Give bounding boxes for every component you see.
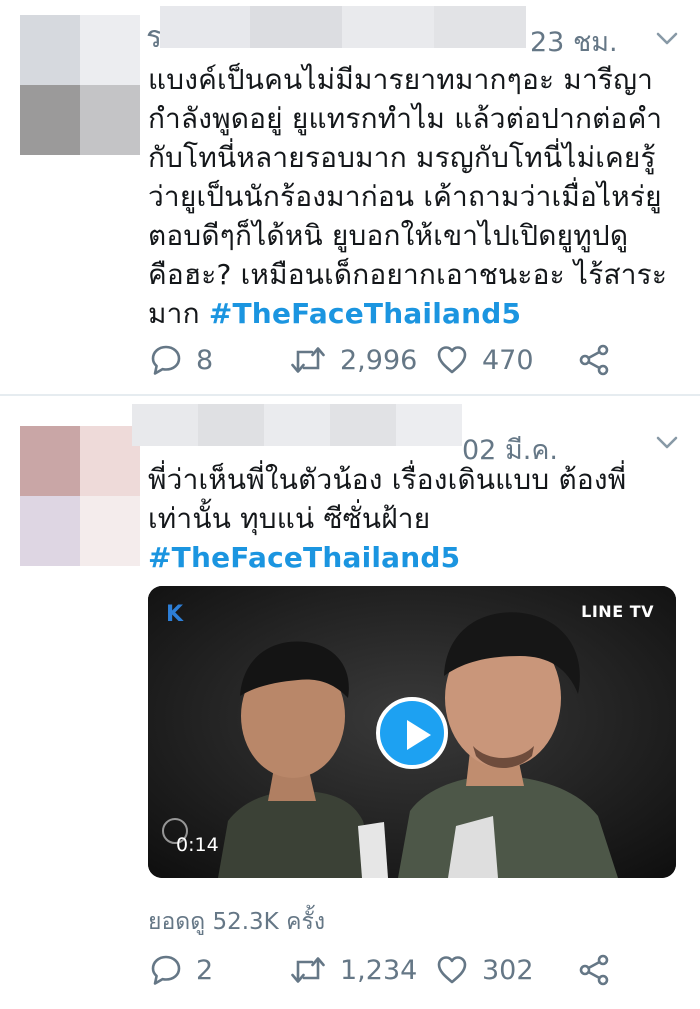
reply-button[interactable]: 8 bbox=[150, 344, 213, 376]
like-count: 470 bbox=[482, 344, 534, 376]
retweet-count: 1,234 bbox=[340, 954, 418, 986]
retweet-count: 2,996 bbox=[340, 344, 418, 376]
retweet-arrows-icon bbox=[291, 957, 325, 983]
tweet-body: แบงค์เป็นคนไม่มีมารยาทมากๆอะ มารีญา กำลั… bbox=[148, 63, 668, 330]
redacted-username bbox=[132, 404, 462, 446]
hashtag-link[interactable]: #TheFaceThailand5 bbox=[148, 541, 460, 574]
like-count: 302 bbox=[482, 954, 534, 986]
heart-outline-icon bbox=[437, 346, 467, 374]
avatar[interactable] bbox=[20, 426, 140, 566]
channel-logo: K bbox=[166, 602, 184, 627]
hashtag-link[interactable]: #TheFaceThailand5 bbox=[209, 297, 521, 330]
reply-count: 2 bbox=[196, 954, 214, 986]
share-button[interactable] bbox=[578, 344, 610, 376]
like-button[interactable]: 302 bbox=[436, 954, 534, 986]
reply-count: 8 bbox=[196, 344, 214, 376]
tweet[interactable]: ร 23 ชม. แบงค์เป็นคนไม่มีมารยาทมากๆอะ มา… bbox=[0, 0, 700, 394]
redacted-username bbox=[160, 6, 526, 48]
video-player[interactable]: K LINE TV 0:14 bbox=[148, 586, 676, 878]
heart-outline-icon bbox=[437, 956, 467, 984]
watermark-logo: LINE TV bbox=[581, 602, 654, 621]
retweet-arrows-icon bbox=[291, 347, 325, 373]
tweet[interactable]: 02 มี.ค. พี่ว่าเห็นพี่ในตัวน้อง เรื่องเด… bbox=[0, 396, 700, 1009]
speech-bubble-icon bbox=[151, 345, 181, 375]
retweet-button[interactable]: 2,996 bbox=[290, 344, 417, 376]
reply-button[interactable]: 2 bbox=[150, 954, 213, 986]
chevron-down-icon[interactable] bbox=[654, 430, 680, 456]
tweet-body: พี่ว่าเห็นพี่ในตัวน้อง เรื่องเดินแบบ ต้อ… bbox=[148, 463, 627, 535]
share-nodes-icon bbox=[579, 344, 609, 376]
tweet-timestamp[interactable]: 23 ชม. bbox=[530, 20, 618, 63]
chevron-down-icon[interactable] bbox=[654, 26, 680, 52]
share-button[interactable] bbox=[578, 954, 610, 986]
speech-bubble-icon bbox=[151, 955, 181, 985]
play-button[interactable] bbox=[376, 697, 448, 769]
retweet-button[interactable]: 1,234 bbox=[290, 954, 417, 986]
avatar[interactable] bbox=[20, 15, 140, 155]
share-nodes-icon bbox=[579, 954, 609, 986]
like-button[interactable]: 470 bbox=[436, 344, 534, 376]
video-duration: 0:14 bbox=[176, 834, 219, 856]
play-icon bbox=[407, 720, 431, 750]
tweet-text: พี่ว่าเห็นพี่ในตัวน้อง เรื่องเดินแบบ ต้อ… bbox=[148, 460, 678, 577]
tweet-text: แบงค์เป็นคนไม่มีมารยาทมากๆอะ มารีญา กำลั… bbox=[148, 60, 678, 333]
view-count: ยอดดู 52.3K ครั้ง bbox=[148, 909, 326, 935]
